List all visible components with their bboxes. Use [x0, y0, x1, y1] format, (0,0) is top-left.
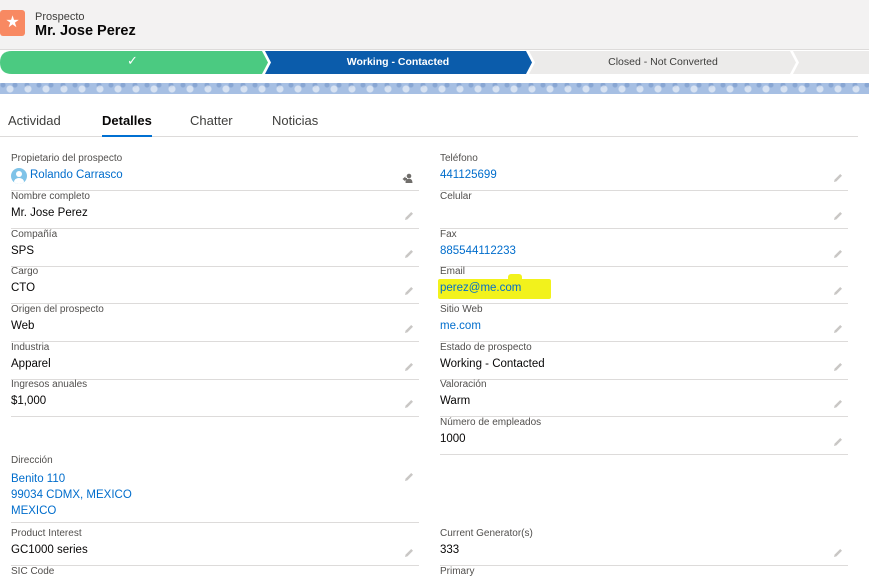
stage-path: ✓ Working - Contacted Closed - Not Conve… [0, 50, 869, 75]
field-label: Current Generator(s) [440, 528, 533, 539]
field-label: Propietario del prospecto [11, 153, 123, 164]
star-icon: ★ [0, 10, 25, 36]
field-email: Email perez@me.com [440, 266, 848, 304]
tab-detalles[interactable]: Detalles [102, 113, 152, 137]
object-type-label: Prospecto [35, 11, 85, 23]
email-link[interactable]: perez@me.com [440, 282, 521, 294]
fax-link[interactable]: 885544112233 [440, 245, 516, 257]
field-label: Número de empleados [440, 417, 542, 428]
field-value: Web [11, 320, 35, 332]
phone-link[interactable]: 441125699 [440, 169, 497, 181]
pencil-icon[interactable] [403, 323, 415, 335]
avatar [11, 168, 27, 184]
field-label: Compañía [11, 229, 58, 240]
address-link[interactable]: Benito 110 99034 CDMX, MEXICO MEXICO [11, 471, 132, 519]
tab-chatter[interactable]: Chatter [190, 113, 233, 128]
field-value: Warm [440, 395, 471, 407]
field-label: Sitio Web [440, 304, 483, 315]
field-value: 1000 [440, 433, 466, 445]
field-lead-status: Estado de prospecto Working - Contacted [440, 342, 848, 380]
field-company: Compañía SPS [11, 229, 419, 267]
field-label: Nombre completo [11, 191, 90, 202]
field-lead-source: Origen del prospecto Web [11, 304, 419, 342]
field-website: Sitio Web me.com [440, 304, 848, 342]
pencil-icon[interactable] [403, 210, 415, 222]
field-value: $1,000 [11, 395, 47, 407]
field-sic-code: SIC Code [11, 566, 419, 577]
decorative-banner [0, 83, 869, 94]
pencil-icon[interactable] [832, 285, 844, 297]
field-label: Ingresos anuales [11, 379, 88, 390]
field-fax: Fax 885544112233 [440, 229, 848, 267]
field-value: Apparel [11, 358, 51, 370]
stage-next[interactable]: Closed - Not Converted [531, 56, 795, 68]
address-line-3: MEXICO [11, 505, 57, 517]
field-label: Teléfono [440, 153, 478, 164]
website-link[interactable]: me.com [440, 320, 481, 332]
field-mobile: Celular [440, 191, 848, 229]
pencil-icon[interactable] [832, 398, 844, 410]
field-label: Valoración [440, 379, 487, 390]
address-line-2: 99034 CDMX, MEXICO [11, 489, 132, 501]
field-label: Origen del prospecto [11, 304, 104, 315]
field-employees: Número de empleados 1000 [440, 417, 848, 455]
field-label: Dirección [11, 455, 53, 466]
address-line-1: Benito 110 [11, 473, 66, 485]
field-label: Product Interest [11, 528, 82, 539]
field-value: 333 [440, 544, 460, 556]
pencil-icon[interactable] [832, 323, 844, 335]
field-current-generators: Current Generator(s) 333 [440, 528, 848, 566]
pencil-icon[interactable] [403, 248, 415, 260]
pencil-icon[interactable] [832, 210, 844, 222]
field-label: Cargo [11, 266, 39, 277]
stage-last-shape [793, 51, 869, 74]
field-value: Mr. Jose Perez [11, 207, 88, 219]
pencil-icon[interactable] [832, 248, 844, 260]
field-title: Cargo CTO [11, 266, 419, 304]
field-value: GC1000 series [11, 544, 88, 556]
field-value: CTO [11, 282, 36, 294]
owner-link[interactable]: Rolando Carrasco [30, 169, 123, 181]
pencil-icon[interactable] [403, 398, 415, 410]
field-value: Working - Contacted [440, 358, 545, 370]
tab-noticias[interactable]: Noticias [272, 113, 318, 128]
pencil-icon[interactable] [403, 547, 415, 559]
pencil-icon[interactable] [403, 471, 415, 483]
pencil-icon[interactable] [832, 361, 844, 373]
field-value: SPS [11, 245, 35, 257]
record-title: Mr. Jose Perez [35, 23, 136, 39]
field-full-name: Nombre completo Mr. Jose Perez [11, 191, 419, 229]
pencil-icon[interactable] [832, 547, 844, 559]
field-annual-revenue: Ingresos anuales $1,000 [11, 379, 419, 417]
field-industry: Industria Apparel [11, 342, 419, 380]
pencil-icon[interactable] [403, 285, 415, 297]
pencil-icon[interactable] [832, 436, 844, 448]
tab-actividad[interactable]: Actividad [8, 113, 61, 128]
field-phone: Teléfono 441125699 [440, 153, 848, 191]
field-owner: Propietario del prospecto Rolando Carras… [11, 153, 419, 191]
field-label: Celular [440, 191, 472, 202]
change-owner-icon[interactable] [401, 171, 415, 185]
field-label: Industria [11, 342, 50, 353]
record-header: ★ Prospecto Mr. Jose Perez [0, 0, 869, 50]
field-label: Fax [440, 229, 457, 240]
field-label: Estado de prospecto [440, 342, 532, 353]
field-label: Email [440, 266, 466, 277]
record-tabs: Actividad Detalles Chatter Noticias [0, 107, 858, 137]
stage-current[interactable]: Working - Contacted [265, 56, 531, 68]
field-product-interest: Product Interest GC1000 series [11, 528, 419, 566]
field-label: Primary [440, 566, 475, 577]
field-label: SIC Code [11, 566, 55, 577]
pencil-icon[interactable] [403, 361, 415, 373]
pencil-icon[interactable] [832, 172, 844, 184]
field-rating: Valoración Warm [440, 379, 848, 417]
field-address: Dirección Benito 110 99034 CDMX, MEXICO … [11, 455, 419, 523]
field-primary: Primary [440, 566, 848, 577]
check-icon[interactable]: ✓ [0, 53, 265, 69]
